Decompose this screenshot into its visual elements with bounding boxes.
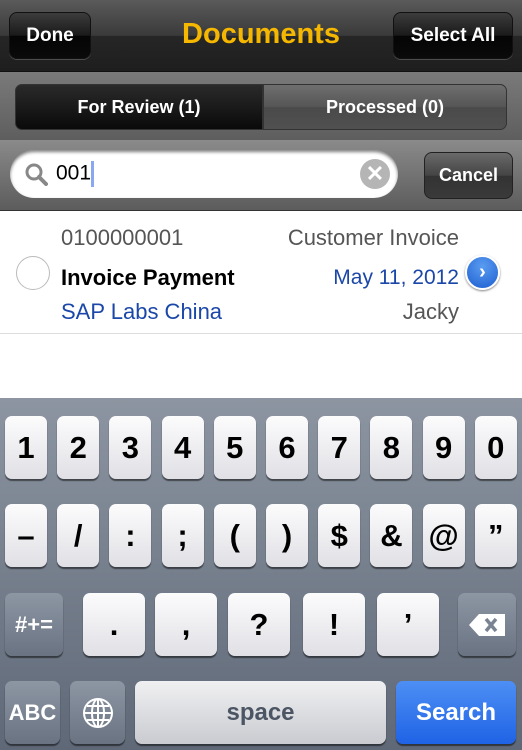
key[interactable]: 6 (266, 416, 308, 479)
search-value: 001 (56, 161, 92, 185)
key[interactable]: @ (422, 504, 465, 567)
key-globe[interactable] (70, 681, 125, 744)
clear-icon[interactable]: ✕ (360, 159, 390, 189)
document-title: Invoice Payment (61, 265, 235, 290)
key[interactable]: 9 (422, 416, 465, 479)
key[interactable]: & (370, 504, 413, 567)
navigation-bar: Done Documents Select All (0, 0, 522, 72)
select-checkbox[interactable] (16, 256, 50, 290)
segmented-control: For Review (1) Processed (0) (0, 72, 522, 140)
key[interactable]: 8 (370, 416, 413, 479)
key[interactable]: ; (161, 504, 204, 567)
list-item[interactable]: 0100000001 Customer Invoice Invoice Paym… (0, 212, 522, 334)
key[interactable]: ( (213, 504, 256, 567)
search-input[interactable]: 001 ✕ (10, 150, 398, 198)
key-space[interactable]: space (135, 681, 386, 744)
key[interactable]: ’ (377, 593, 439, 656)
key[interactable]: 5 (213, 416, 256, 479)
key[interactable]: . (83, 593, 145, 656)
text-caret (91, 161, 95, 187)
cancel-button[interactable]: Cancel (424, 152, 513, 199)
key-delete[interactable] (458, 593, 516, 656)
key[interactable]: $ (318, 504, 361, 567)
tab-for-review[interactable]: For Review (1) (15, 84, 263, 130)
globe-icon (82, 697, 113, 728)
key[interactable]: / (57, 504, 100, 567)
document-type: Customer Invoice (287, 225, 459, 250)
key[interactable]: ) (266, 504, 308, 567)
key[interactable]: 7 (318, 416, 361, 479)
tab-processed[interactable]: Processed (0) (263, 84, 507, 130)
key-search[interactable]: Search (396, 681, 516, 744)
owner-name: Jacky (402, 299, 459, 324)
key[interactable]: : (109, 504, 152, 567)
select-all-button[interactable]: Select All (393, 12, 513, 59)
key[interactable]: – (5, 504, 47, 567)
keyboard: #+= ABC space Search 1 –2 /3:4; 5 (6) 7 $8 & 9 @0… (0, 398, 522, 750)
key[interactable]: 4 (161, 416, 204, 479)
company-name: SAP Labs China (61, 299, 223, 324)
key[interactable]: 1 (5, 416, 47, 479)
search-bar: 001 ✕ Cancel (0, 140, 522, 211)
key[interactable]: ! (303, 593, 365, 656)
search-icon (25, 163, 48, 186)
document-date: May 11, 2012 (333, 266, 459, 289)
key[interactable]: 0 (474, 416, 517, 479)
backspace-icon (469, 613, 505, 636)
document-number: 0100000001 (61, 225, 184, 250)
disclosure-chevron-icon[interactable]: › (465, 255, 500, 290)
key[interactable]: , (155, 593, 217, 656)
key[interactable]: 2 (57, 416, 100, 479)
key-more-symbols[interactable]: #+= (5, 593, 63, 656)
key-abc[interactable]: ABC (5, 681, 60, 744)
key[interactable]: ” (474, 504, 517, 567)
key[interactable]: 3 (109, 416, 152, 479)
key[interactable]: ? (228, 593, 290, 656)
